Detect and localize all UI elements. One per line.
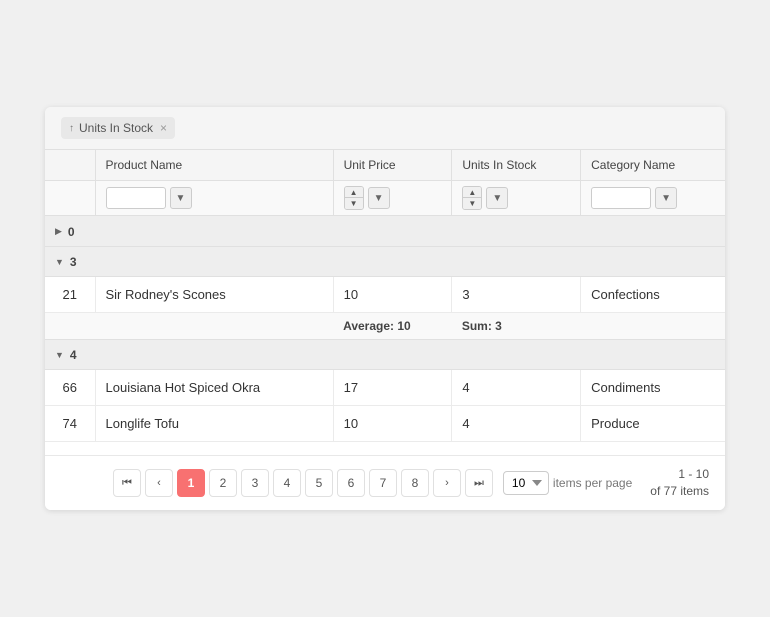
prev-page-button[interactable]: ‹ — [145, 469, 173, 497]
table-row: 74 Longlife Tofu 10 4 Produce — [45, 405, 725, 441]
group-3-label: 3 — [70, 255, 77, 269]
unit-price-spinner[interactable]: ▲ ▼ — [344, 186, 364, 210]
group-3-arrow-icon: ▼ — [55, 257, 64, 267]
items-per-page-label: items per page — [553, 476, 632, 490]
row-74-id: 74 — [45, 405, 95, 441]
row-66-id: 66 — [45, 369, 95, 405]
col-header-category-name: Category Name — [581, 150, 725, 181]
row-66-units-in-stock: 4 — [452, 369, 581, 405]
page-6-button[interactable]: 6 — [337, 469, 365, 497]
filter-category-name-cell: ▼ — [581, 181, 725, 216]
sort-tag[interactable]: ↑ Units In Stock × — [61, 117, 175, 139]
row-74-category-name: Produce — [581, 405, 725, 441]
group-row-4: ▼ 4 — [45, 339, 725, 369]
page-4-button[interactable]: 4 — [273, 469, 301, 497]
row-74-unit-price: 10 — [333, 405, 452, 441]
group-4-arrow-icon: ▼ — [55, 350, 64, 360]
units-stock-spinner[interactable]: ▲ ▼ — [462, 186, 482, 210]
filter-product-name-cell: ▼ — [95, 181, 333, 216]
sort-tag-close-icon[interactable]: × — [160, 121, 167, 135]
row-21-units-in-stock: 3 — [452, 276, 581, 312]
group-row-0: ▶ 0 — [45, 216, 725, 247]
page-8-button[interactable]: 8 — [401, 469, 429, 497]
col-header-product-name: Product Name — [95, 150, 333, 181]
per-page-select[interactable]: 10 20 50 — [503, 471, 549, 495]
filter-units-in-stock-cell: ▲ ▼ ▼ — [452, 181, 581, 216]
next-page-button[interactable]: › — [433, 469, 461, 497]
group-0-toggle[interactable]: ▶ 0 — [55, 225, 75, 239]
sort-arrow-icon: ↑ — [69, 123, 74, 134]
group-4-cell: ▼ 4 — [45, 339, 725, 369]
group-0-cell: ▶ 0 — [45, 216, 725, 247]
group-3-cell: ▼ 3 — [45, 246, 725, 276]
filter-category-name-button[interactable]: ▼ — [655, 187, 677, 209]
group-4-toggle[interactable]: ▼ 4 — [55, 348, 77, 362]
summary-3-cat — [581, 312, 725, 339]
col-header-units-in-stock: Units In Stock — [452, 150, 581, 181]
col-header-unit-price: Unit Price — [333, 150, 452, 181]
filter-product-name-button[interactable]: ▼ — [170, 187, 192, 209]
group-0-arrow-icon: ▶ — [55, 226, 62, 237]
table-row: 21 Sir Rodney's Scones 10 3 Confections — [45, 276, 725, 312]
page-5-button[interactable]: 5 — [305, 469, 333, 497]
row-74-product-name: Longlife Tofu — [95, 405, 333, 441]
group-4-label: 4 — [70, 348, 77, 362]
page-3-button[interactable]: 3 — [241, 469, 269, 497]
first-page-button[interactable]: ⏮ — [113, 469, 141, 497]
col-header-id — [45, 150, 95, 181]
sort-tag-bar: ↑ Units In Stock × — [45, 107, 725, 150]
row-21-category-name: Confections — [581, 276, 725, 312]
filter-unit-price-button[interactable]: ▼ — [368, 187, 390, 209]
group-row-3: ▼ 3 — [45, 246, 725, 276]
data-table: Product Name Unit Price Units In Stock C… — [45, 150, 725, 455]
page-7-button[interactable]: 7 — [369, 469, 397, 497]
units-stock-down-btn[interactable]: ▼ — [463, 198, 481, 209]
group-0-label: 0 — [68, 225, 75, 239]
row-66-category-name: Condiments — [581, 369, 725, 405]
pagination-bar: ⏮ ‹ 1 2 3 4 5 6 7 8 › ⏭ 10 20 50 items p… — [45, 455, 725, 510]
page-1-button[interactable]: 1 — [177, 469, 205, 497]
total-label: of 77 items — [650, 484, 709, 498]
units-stock-up-btn[interactable]: ▲ — [463, 187, 481, 198]
unit-price-down-btn[interactable]: ▼ — [345, 198, 363, 209]
data-grid: ↑ Units In Stock × Product Name Unit Pri… — [45, 107, 725, 510]
filter-id-cell — [45, 181, 95, 216]
sort-tag-label: Units In Stock — [79, 121, 153, 135]
filter-unit-price-cell: ▲ ▼ ▼ — [333, 181, 452, 216]
unit-price-up-btn[interactable]: ▲ — [345, 187, 363, 198]
filter-product-name-input[interactable] — [106, 187, 166, 209]
summary-3-sum: Sum: 3 — [452, 312, 581, 339]
filter-units-stock-button[interactable]: ▼ — [486, 187, 508, 209]
range-label: 1 - 10 — [678, 467, 709, 481]
last-page-button[interactable]: ⏭ — [465, 469, 493, 497]
group-3-toggle[interactable]: ▼ 3 — [55, 255, 77, 269]
row-21-unit-price: 10 — [333, 276, 452, 312]
filter-row: ▼ ▲ ▼ ▼ ▲ ▼ — [45, 181, 725, 216]
filter-category-name-input[interactable] — [591, 187, 651, 209]
group-3-summary-row: Average: 10 Sum: 3 — [45, 312, 725, 339]
summary-3-id — [45, 312, 95, 339]
row-66-unit-price: 17 — [333, 369, 452, 405]
items-count: 1 - 10 of 77 items — [650, 466, 709, 500]
row-66-product-name: Louisiana Hot Spiced Okra — [95, 369, 333, 405]
row-21-product-name: Sir Rodney's Scones — [95, 276, 333, 312]
page-2-button[interactable]: 2 — [209, 469, 237, 497]
column-header-row: Product Name Unit Price Units In Stock C… — [45, 150, 725, 181]
row-21-id: 21 — [45, 276, 95, 312]
table-row: 66 Louisiana Hot Spiced Okra 17 4 Condim… — [45, 369, 725, 405]
summary-3-product — [95, 312, 333, 339]
summary-3-average: Average: 10 — [333, 312, 452, 339]
row-74-units-in-stock: 4 — [452, 405, 581, 441]
